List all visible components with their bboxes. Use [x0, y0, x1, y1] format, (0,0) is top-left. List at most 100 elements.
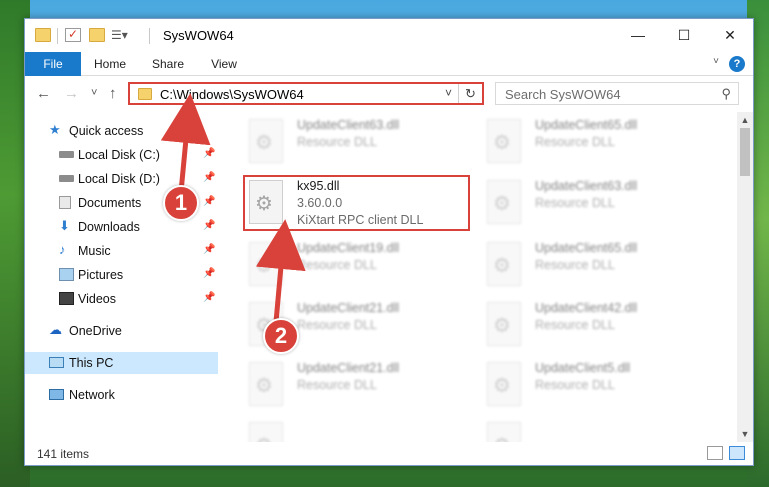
navigation-pane: ★ Quick access Local Disk (C:) 📌 Local D…	[25, 112, 218, 442]
explorer-window: ☰▾ SysWOW64 — ☐ ✕ File Home Share View ˅…	[24, 18, 754, 466]
computer-icon	[49, 357, 64, 368]
file-name: UpdateClient42.dll	[535, 301, 638, 315]
chevron-down-icon[interactable]: ˅	[91, 87, 97, 99]
tab-view[interactable]: View	[199, 52, 249, 76]
tab-file[interactable]: File	[25, 52, 81, 76]
file-description: Resource DLL	[297, 318, 377, 332]
file-list: ⚙ UpdateClient63.dll Resource DLL ⚙ kx95…	[219, 112, 735, 442]
list-item[interactable]: ⚙ UpdateClient65.dll Resource DLL	[487, 240, 712, 296]
pin-icon[interactable]: 📌	[203, 196, 215, 207]
sidebar-item-music[interactable]: ♪ Music 📌	[25, 240, 218, 262]
list-item[interactable]: ⚙	[487, 420, 712, 442]
sidebar-item-network[interactable]: Network	[25, 384, 218, 406]
toolbar-divider	[149, 28, 150, 44]
close-button[interactable]: ✕	[707, 19, 753, 51]
file-name: UpdateClient21.dll	[297, 361, 400, 375]
tab-home[interactable]: Home	[85, 52, 135, 76]
dll-file-icon: ⚙	[249, 242, 283, 286]
pin-icon[interactable]: 📌	[203, 148, 215, 159]
step-badge-2: 2	[263, 318, 299, 354]
sidebar-item-pictures[interactable]: Pictures 📌	[25, 264, 218, 286]
highlight-box	[243, 175, 470, 231]
tab-share[interactable]: Share	[143, 52, 193, 76]
item-count: 141 items	[37, 447, 90, 461]
dll-file-icon: ⚙	[487, 362, 521, 406]
search-input[interactable]: Search SysWOW64	[505, 87, 621, 102]
scroll-thumb[interactable]	[740, 128, 750, 176]
address-dropdown-icon[interactable]: ˅	[445, 86, 452, 100]
dll-file-icon: ⚙	[487, 422, 521, 442]
search-box[interactable]: Search SysWOW64 ⚲	[495, 82, 739, 105]
sidebar-item-this-pc[interactable]: This PC	[25, 352, 218, 374]
documents-icon	[59, 196, 71, 209]
address-path[interactable]: C:\Windows\SysWOW64	[160, 87, 304, 102]
list-item[interactable]: ⚙ UpdateClient5.dll Resource DLL	[487, 360, 712, 416]
file-name: UpdateClient21.dll	[297, 301, 400, 315]
sidebar-item-videos[interactable]: Videos 📌	[25, 288, 218, 310]
list-item[interactable]: ⚙	[249, 420, 474, 442]
pin-icon[interactable]: 📌	[203, 292, 215, 303]
music-icon: ♪	[59, 242, 66, 257]
file-description: Resource DLL	[535, 378, 615, 392]
file-description: Resource DLL	[535, 135, 615, 149]
toolbar-divider	[57, 28, 58, 44]
forward-arrow-icon[interactable]: →	[64, 85, 79, 102]
title-bar: ☰▾ SysWOW64 — ☐ ✕	[25, 19, 753, 53]
list-item[interactable]: ⚙ UpdateClient19.dll Resource DLL	[249, 240, 474, 296]
back-arrow-icon[interactable]: ←	[36, 85, 51, 102]
video-icon	[59, 292, 74, 305]
sidebar-item-downloads[interactable]: ⬇ Downloads 📌	[25, 216, 218, 238]
vertical-scrollbar[interactable]: ▲ ▼	[737, 112, 753, 442]
up-arrow-icon[interactable]: ↑	[109, 85, 117, 102]
sidebar-item-label: Local Disk (C:)	[78, 148, 160, 162]
file-description: Resource DLL	[535, 258, 615, 272]
folder-icon	[138, 88, 152, 100]
sidebar-item-local-disk-c[interactable]: Local Disk (C:) 📌	[25, 144, 218, 166]
sidebar-item-label: Local Disk (D:)	[78, 172, 160, 186]
file-name: UpdateClient19.dll	[297, 241, 400, 255]
ribbon-tabs: File Home Share View ˅ ?	[25, 52, 753, 76]
sidebar-item-label: Network	[69, 388, 115, 402]
pin-icon[interactable]: 📌	[203, 172, 215, 183]
properties-icon[interactable]	[65, 27, 81, 42]
dll-file-icon: ⚙	[487, 242, 521, 286]
sidebar-item-onedrive[interactable]: ☁ OneDrive	[25, 320, 218, 342]
sidebar-item-label: OneDrive	[69, 324, 122, 338]
scroll-down-icon[interactable]: ▼	[737, 426, 753, 442]
drive-icon	[59, 151, 74, 158]
pin-icon[interactable]: 📌	[203, 244, 215, 255]
sidebar-item-quick-access[interactable]: ★ Quick access	[25, 120, 218, 142]
list-item[interactable]: ⚙ UpdateClient63.dll Resource DLL	[487, 178, 712, 234]
pin-icon[interactable]: 📌	[203, 220, 215, 231]
sidebar-item-label: Music	[78, 244, 111, 258]
pictures-icon	[59, 268, 74, 281]
new-folder-icon[interactable]	[89, 28, 105, 42]
large-icons-view-icon[interactable]	[729, 446, 745, 460]
expand-ribbon-icon[interactable]: ˅	[713, 56, 719, 67]
sidebar-item-label: Videos	[78, 292, 116, 306]
maximize-button[interactable]: ☐	[661, 19, 707, 51]
customize-toolbar-icon[interactable]: ☰▾	[111, 28, 128, 42]
list-item[interactable]: ⚙ UpdateClient42.dll Resource DLL	[487, 300, 712, 356]
list-item[interactable]: ⚙ UpdateClient65.dll Resource DLL	[487, 117, 712, 173]
sidebar-item-label: Quick access	[69, 124, 144, 138]
status-bar: 141 items	[25, 443, 753, 465]
list-item[interactable]: ⚙ UpdateClient63.dll Resource DLL	[249, 117, 474, 173]
refresh-button[interactable]: ↻	[458, 84, 482, 103]
folder-icon	[35, 28, 51, 42]
file-name: UpdateClient65.dll	[535, 241, 638, 255]
help-icon[interactable]: ?	[729, 56, 745, 72]
address-row: ← → ˅ ↑ C:\Windows\SysWOW64 ˅ ↻ Search S…	[25, 77, 753, 111]
sidebar-item-label: Documents	[78, 196, 142, 210]
search-icon[interactable]: ⚲	[721, 86, 731, 102]
details-view-icon[interactable]	[707, 446, 723, 460]
file-description: Resource DLL	[297, 378, 377, 392]
address-bar[interactable]: C:\Windows\SysWOW64 ˅ ↻	[128, 82, 484, 105]
minimize-button[interactable]: —	[615, 19, 661, 51]
pin-icon[interactable]: 📌	[203, 268, 215, 279]
dll-file-icon: ⚙	[487, 180, 521, 224]
network-icon	[49, 389, 64, 400]
list-item[interactable]: ⚙ UpdateClient21.dll Resource DLL	[249, 360, 474, 416]
scroll-up-icon[interactable]: ▲	[737, 112, 753, 128]
sidebar-item-label: Downloads	[78, 220, 140, 234]
